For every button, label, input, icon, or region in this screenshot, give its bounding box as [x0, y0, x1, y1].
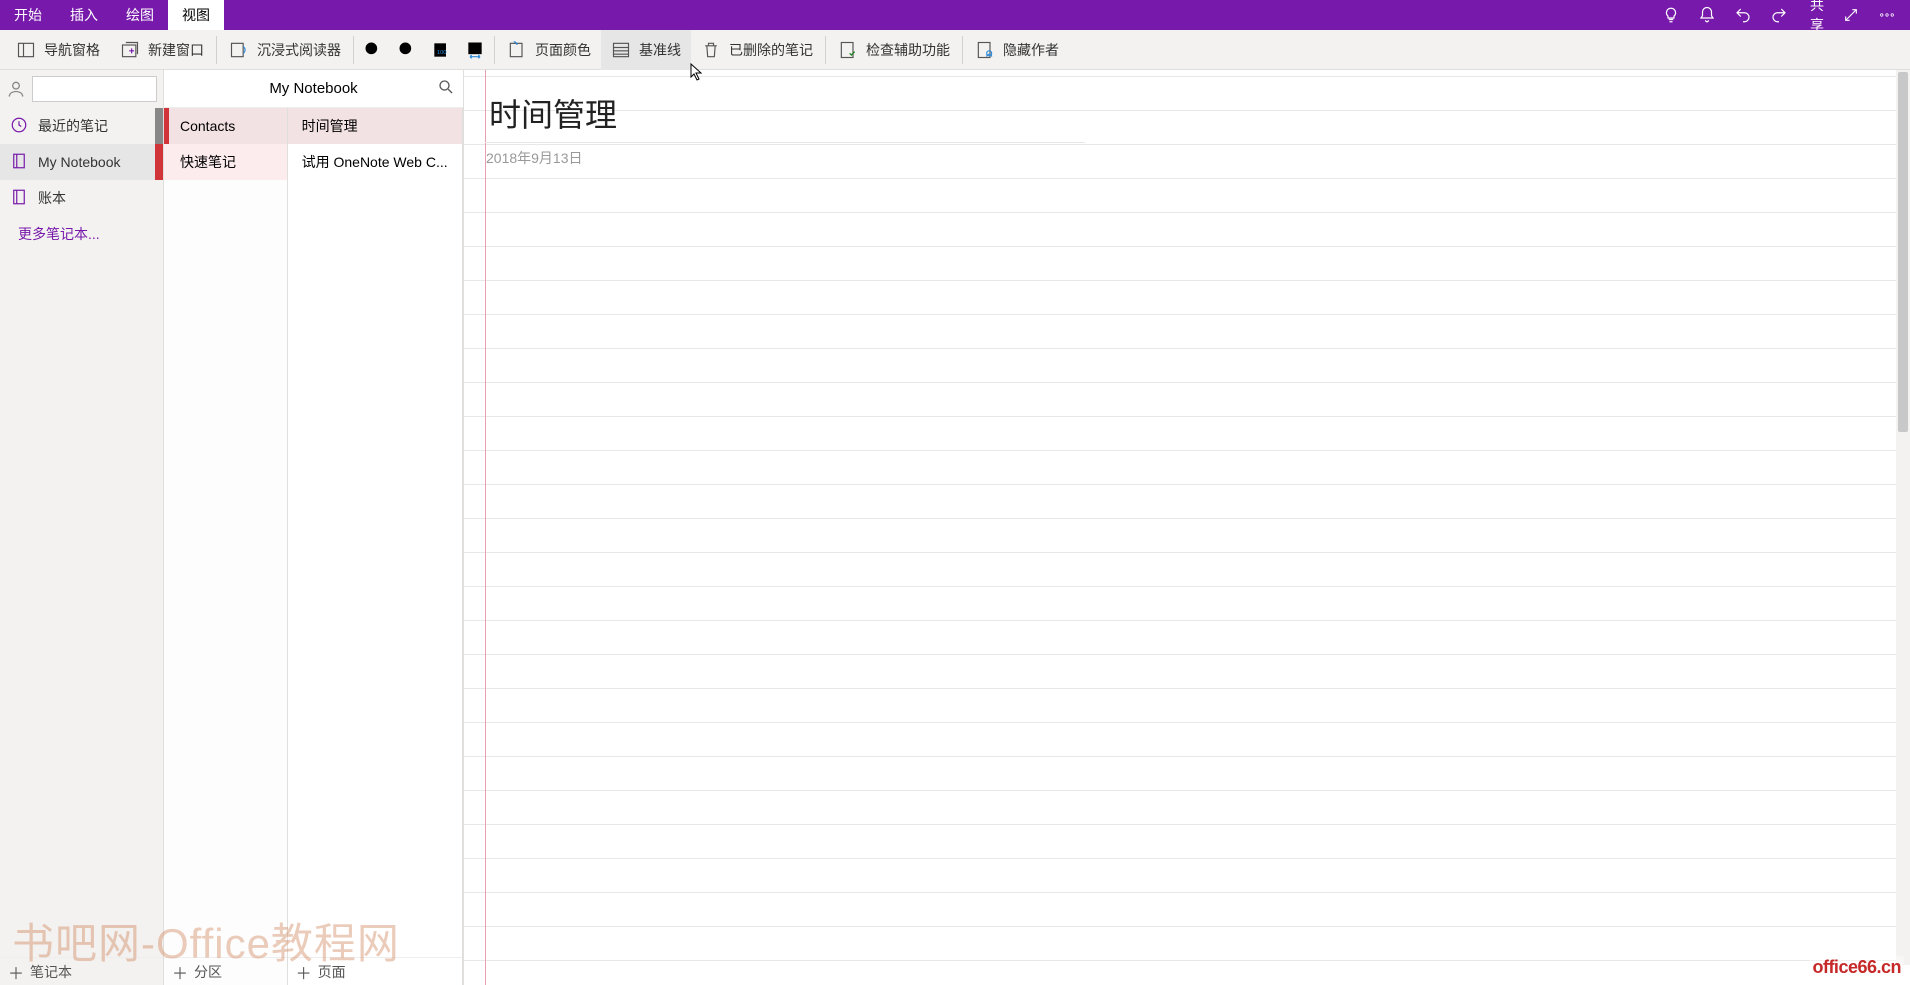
share-button[interactable]: 共享: [1798, 0, 1832, 30]
redo-icon[interactable]: [1762, 0, 1796, 30]
main-area: 最近的笔记 My Notebook 账本 更多笔记本... ＋ 笔记本 My N…: [0, 70, 1910, 985]
notebook-header-title: My Notebook: [269, 80, 357, 97]
more-icon[interactable]: [1870, 0, 1904, 30]
page-title-input[interactable]: 时间管理: [485, 90, 1085, 143]
add-section-button[interactable]: ＋ 分区: [164, 957, 287, 985]
sidebar-ledger-label: 账本: [38, 188, 66, 208]
account-icon[interactable]: [6, 79, 26, 99]
note-canvas[interactable]: 时间管理 2018年9月13日: [464, 70, 1910, 985]
notebooks-column: 最近的笔记 My Notebook 账本 更多笔记本... ＋ 笔记本: [0, 70, 164, 985]
sidebar-ledger[interactable]: 账本: [0, 180, 163, 216]
notebook-icon: [10, 188, 28, 209]
sidebar-recent-label: 最近的笔记: [38, 116, 108, 136]
titlebar: 开始 插入 绘图 视图 共享: [0, 0, 1910, 30]
account-row: [0, 70, 163, 108]
more-notebooks-link[interactable]: 更多笔记本...: [0, 216, 163, 252]
clock-icon: [10, 116, 28, 137]
section-contacts[interactable]: Contacts: [164, 108, 287, 144]
page-date: 2018年9月13日: [486, 148, 583, 168]
plus-icon: ＋: [296, 960, 312, 984]
new-window-button[interactable]: 新建窗口: [110, 30, 214, 70]
check-accessibility-label: 检查辅助功能: [866, 40, 950, 60]
ribbon-separator: [353, 36, 354, 64]
vertical-scrollbar[interactable]: [1896, 70, 1910, 965]
sidebar-recent-notes[interactable]: 最近的笔记: [0, 108, 163, 144]
new-window-label: 新建窗口: [148, 40, 204, 60]
page-try-onenote-web[interactable]: 试用 OneNote Web C...: [288, 144, 462, 180]
nav-pane-button[interactable]: 导航窗格: [6, 30, 110, 70]
horizontal-scrollbar[interactable]: [464, 971, 1896, 985]
titlebar-actions: 共享: [1654, 0, 1910, 30]
ribbon: 导航窗格 新建窗口 沉浸式阅读器 100 页面颜色 基准线 已删除的笔记 检查辅…: [0, 30, 1910, 70]
deleted-notes-button[interactable]: 已删除的笔记: [691, 30, 823, 70]
ribbon-separator: [962, 36, 963, 64]
hide-authors-label: 隐藏作者: [1003, 40, 1059, 60]
add-section-label: 分区: [194, 962, 222, 982]
pages-list: 时间管理 试用 OneNote Web C... ＋ 页面: [288, 108, 463, 985]
plus-icon: ＋: [8, 960, 24, 984]
add-notebook-button[interactable]: ＋ 笔记本: [0, 957, 163, 985]
zoom-in-button[interactable]: [390, 30, 424, 70]
plus-icon: ＋: [172, 960, 188, 984]
ribbon-separator: [494, 36, 495, 64]
notebook-icon: [10, 152, 28, 173]
tab-view[interactable]: 视图: [168, 0, 224, 30]
immersive-reader-button[interactable]: 沉浸式阅读器: [219, 30, 351, 70]
check-accessibility-button[interactable]: 检查辅助功能: [828, 30, 960, 70]
deleted-notes-label: 已删除的笔记: [729, 40, 813, 60]
bell-icon[interactable]: [1690, 0, 1724, 30]
add-page-button[interactable]: ＋ 页面: [288, 957, 462, 985]
zoom-out-button[interactable]: [356, 30, 390, 70]
hide-authors-button[interactable]: 隐藏作者: [965, 30, 1069, 70]
sections-list: Contacts 快速笔记 ＋ 分区: [164, 108, 288, 985]
canvas-ruled-area[interactable]: 时间管理 2018年9月13日: [464, 70, 1896, 985]
notebook-header: My Notebook: [164, 70, 463, 108]
sidebar-notebook-label: My Notebook: [38, 154, 120, 170]
rule-lines-button[interactable]: 基准线: [601, 30, 691, 70]
ribbon-separator: [216, 36, 217, 64]
sidebar-my-notebook[interactable]: My Notebook: [0, 144, 163, 180]
account-input[interactable]: [32, 76, 157, 102]
nav-pane-label: 导航窗格: [44, 40, 100, 60]
svg-text:100: 100: [437, 50, 447, 56]
page-color-label: 页面颜色: [535, 40, 591, 60]
margin-line: [485, 70, 486, 985]
add-page-label: 页面: [318, 962, 346, 982]
lightbulb-icon[interactable]: [1654, 0, 1688, 30]
tab-insert[interactable]: 插入: [56, 0, 112, 30]
scroll-thumb[interactable]: [1898, 72, 1908, 432]
page-width-button[interactable]: [458, 30, 492, 70]
sections-pages-column: My Notebook Contacts 快速笔记 ＋ 分区 时间管理 试用 O…: [164, 70, 464, 985]
section-quicknotes[interactable]: 快速笔记: [164, 144, 287, 180]
zoom-100-button[interactable]: 100: [424, 30, 458, 70]
immersive-reader-label: 沉浸式阅读器: [257, 40, 341, 60]
ribbon-tabs: 开始 插入 绘图 视图: [0, 0, 224, 30]
tab-draw[interactable]: 绘图: [112, 0, 168, 30]
page-color-button[interactable]: 页面颜色: [497, 30, 601, 70]
add-notebook-label: 笔记本: [30, 962, 72, 982]
rule-lines-label: 基准线: [639, 40, 681, 60]
tab-start[interactable]: 开始: [0, 0, 56, 30]
undo-icon[interactable]: [1726, 0, 1760, 30]
page-time-management[interactable]: 时间管理: [288, 108, 462, 144]
search-icon[interactable]: [437, 78, 455, 100]
ribbon-separator: [825, 36, 826, 64]
fullscreen-icon[interactable]: [1834, 0, 1868, 30]
